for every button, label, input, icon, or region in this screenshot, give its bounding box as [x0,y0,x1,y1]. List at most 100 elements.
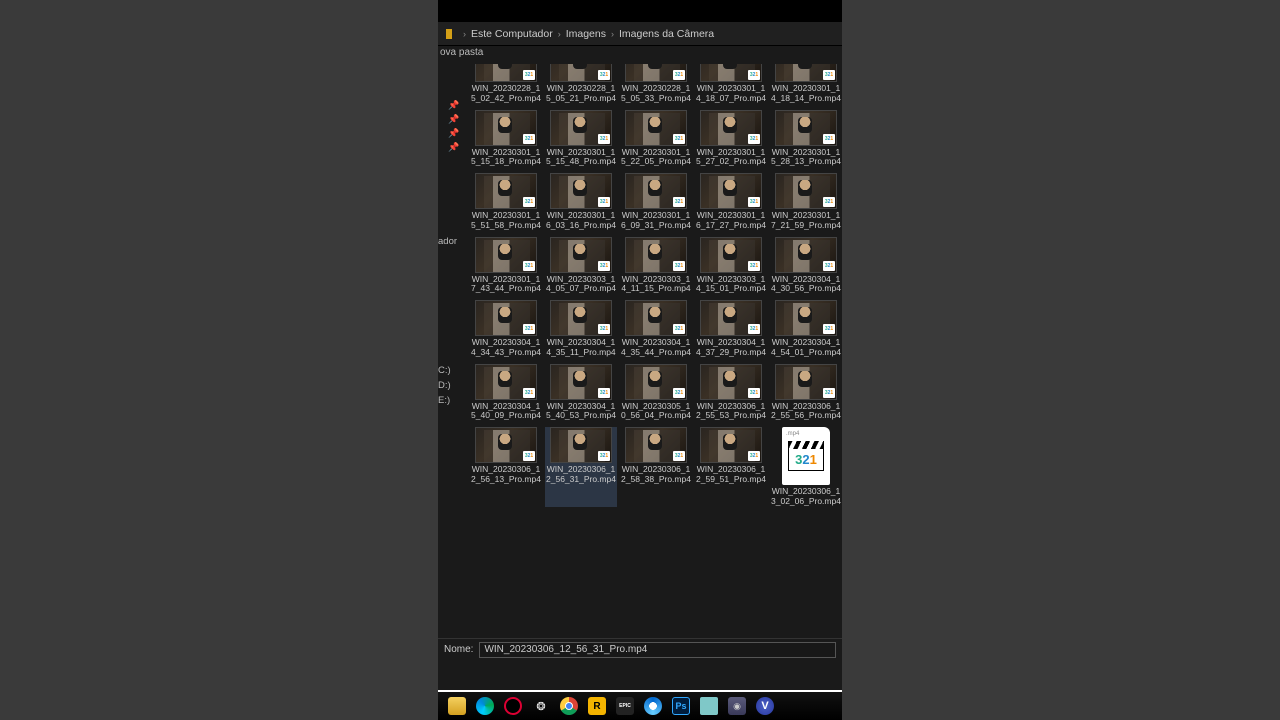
file-name-label: WIN_20230304_14_54_01_Pro.mp4 [770,338,842,358]
video-thumbnail [475,427,537,463]
file-name-label: WIN_20230304_14_34_43_Pro.mp4 [470,338,542,358]
sidebar-drive-d[interactable]: D:) [438,380,451,391]
breadcrumb-seg[interactable]: Este Computador [471,28,553,40]
video-thumbnail [700,64,762,82]
sidebar-drive-e[interactable]: E:) [438,395,450,406]
navigation-sidebar: 📌 📌 📌 📌 ador C:) D:) E:) [438,60,462,638]
window-titlebar[interactable] [438,0,842,22]
pin-icon[interactable]: 📌 [448,128,456,136]
taskbar-camera-icon[interactable]: ◉ [728,697,746,715]
file-item[interactable]: WIN_20230228_15_02_42_Pro.mp4 [470,64,542,104]
video-thumbnail [550,364,612,400]
file-item[interactable]: WIN_20230301_15_27_02_Pro.mp4 [695,110,767,168]
breadcrumb-seg[interactable]: Imagens da Câmera [619,28,714,40]
chevron-right-icon: › [463,29,466,39]
video-thumbnail [625,364,687,400]
file-item[interactable]: WIN_20230306_12_58_38_Pro.mp4 [620,427,692,507]
file-item[interactable]: WIN_20230301_15_15_48_Pro.mp4 [545,110,617,168]
file-item[interactable]: WIN_20230304_14_37_29_Pro.mp4 [695,300,767,358]
filename-bar: Nome: [438,638,842,660]
sidebar-item[interactable]: ador [438,236,457,247]
file-name-label: WIN_20230306_12_59_51_Pro.mp4 [695,465,767,485]
file-item[interactable]: WIN_20230306_12_55_56_Pro.mp4 [770,364,842,422]
file-item[interactable]: WIN_20230304_14_35_44_Pro.mp4 [620,300,692,358]
file-name-label: WIN_20230228_15_02_42_Pro.mp4 [470,84,542,104]
file-item[interactable]: WIN_20230305_10_56_04_Pro.mp4 [620,364,692,422]
taskbar-app-icon[interactable] [700,697,718,715]
file-item[interactable]: WIN_20230304_15_40_09_Pro.mp4 [470,364,542,422]
taskbar-epic-icon[interactable]: EPIC [616,697,634,715]
taskbar-opera-icon[interactable] [504,697,522,715]
video-thumbnail [700,173,762,209]
file-name-label: WIN_20230301_14_18_07_Pro.mp4 [695,84,767,104]
file-item[interactable]: WIN_20230304_14_54_01_Pro.mp4 [770,300,842,358]
taskbar-app-v-icon[interactable]: V [756,697,774,715]
taskbar-photoshop-icon[interactable]: Ps [672,697,690,715]
video-thumbnail [775,364,837,400]
video-thumbnail [625,300,687,336]
file-item[interactable]: WIN_20230306_12_59_51_Pro.mp4 [695,427,767,507]
taskbar-steam-icon[interactable]: ❂ [532,697,550,715]
file-item[interactable]: WIN_20230301_15_51_58_Pro.mp4 [470,173,542,231]
file-item[interactable]: WIN_20230301_15_15_18_Pro.mp4 [470,110,542,168]
file-name-label: WIN_20230301_14_18_14_Pro.mp4 [770,84,842,104]
file-item[interactable]: WIN_20230301_17_21_59_Pro.mp4 [770,173,842,231]
filename-input[interactable] [479,642,836,658]
new-folder-button[interactable]: ova pasta [440,47,483,58]
taskbar-chrome-icon[interactable] [560,697,578,715]
file-name-label: WIN_20230306_12_58_38_Pro.mp4 [620,465,692,485]
file-item[interactable]: WIN_20230301_16_17_27_Pro.mp4 [695,173,767,231]
video-thumbnail [625,110,687,146]
file-item[interactable]: WIN_20230304_14_30_56_Pro.mp4 [770,237,842,295]
breadcrumb-seg[interactable]: Imagens [566,28,606,40]
breadcrumb[interactable]: › Este Computador › Imagens › Imagens da… [438,22,842,46]
taskbar-file-explorer-icon[interactable] [448,697,466,715]
file-grid: WIN_20230228_15_02_42_Pro.mp4WIN_2023022… [470,64,842,507]
pin-icon[interactable]: 📌 [448,142,456,150]
file-name-label: WIN_20230301_16_03_16_Pro.mp4 [545,211,617,231]
file-item[interactable]: WIN_20230301_14_18_07_Pro.mp4 [695,64,767,104]
file-item[interactable]: WIN_20230228_15_05_21_Pro.mp4 [545,64,617,104]
file-item[interactable]: WIN_20230304_15_40_53_Pro.mp4 [545,364,617,422]
file-item[interactable]: WIN_20230301_16_03_16_Pro.mp4 [545,173,617,231]
file-name-label: WIN_20230305_10_56_04_Pro.mp4 [620,402,692,422]
file-item[interactable]: WIN_20230301_16_09_31_Pro.mp4 [620,173,692,231]
video-thumbnail [475,237,537,273]
video-thumbnail [475,300,537,336]
file-item[interactable]: WIN_20230304_14_35_11_Pro.mp4 [545,300,617,358]
file-item[interactable]: WIN_20230301_15_28_13_Pro.mp4 [770,110,842,168]
file-item[interactable]: WIN_20230303_14_05_07_Pro.mp4 [545,237,617,295]
video-thumbnail [700,237,762,273]
taskbar-rockstar-icon[interactable]: R [588,697,606,715]
file-item[interactable]: WIN_20230306_12_56_13_Pro.mp4 [470,427,542,507]
breadcrumb-home-icon[interactable] [446,29,452,39]
pin-icon[interactable]: 📌 [448,114,456,122]
file-item[interactable]: WIN_20230306_12_55_53_Pro.mp4 [695,364,767,422]
file-item[interactable]: WIN_20230301_14_18_14_Pro.mp4 [770,64,842,104]
taskbar-edge-icon[interactable] [476,697,494,715]
file-item[interactable]: .mp4321WIN_20230306_13_02_06_Pro.mp4 [770,427,842,507]
video-thumbnail [550,300,612,336]
file-item[interactable]: WIN_20230303_14_11_15_Pro.mp4 [620,237,692,295]
video-thumbnail [625,64,687,82]
file-name-label: WIN_20230228_15_05_21_Pro.mp4 [545,84,617,104]
file-item[interactable]: WIN_20230303_14_15_01_Pro.mp4 [695,237,767,295]
taskbar: ❂ R EPIC Ps ◉ V [438,690,842,720]
pin-icon[interactable]: 📌 [448,100,456,108]
file-item[interactable]: WIN_20230301_17_43_44_Pro.mp4 [470,237,542,295]
file-item[interactable]: WIN_20230306_12_56_31_Pro.mp4 [545,427,617,507]
file-name-label: WIN_20230301_15_15_48_Pro.mp4 [545,148,617,168]
video-thumbnail [700,364,762,400]
video-thumbnail [775,64,837,82]
file-item[interactable]: WIN_20230228_15_05_33_Pro.mp4 [620,64,692,104]
taskbar-ubisoft-icon[interactable] [644,697,662,715]
video-thumbnail [475,173,537,209]
file-name-label: WIN_20230306_12_56_13_Pro.mp4 [470,465,542,485]
file-name-label: WIN_20230301_15_28_13_Pro.mp4 [770,148,842,168]
video-thumbnail [550,173,612,209]
file-name-label: WIN_20230304_14_35_44_Pro.mp4 [620,338,692,358]
file-item[interactable]: WIN_20230301_15_22_05_Pro.mp4 [620,110,692,168]
file-item[interactable]: WIN_20230304_14_34_43_Pro.mp4 [470,300,542,358]
video-thumbnail [625,427,687,463]
sidebar-drive-c[interactable]: C:) [438,365,451,376]
